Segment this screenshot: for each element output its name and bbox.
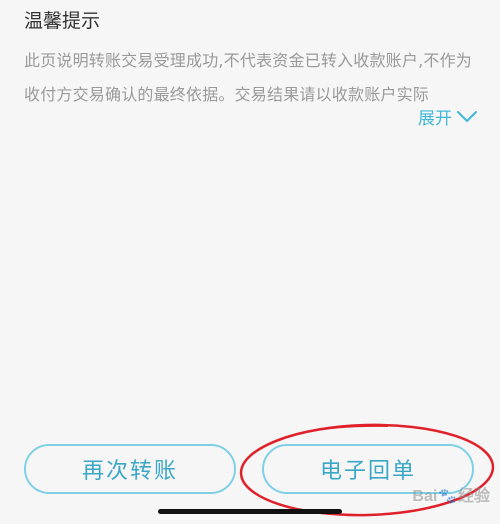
tips-title: 温馨提示 (24, 10, 101, 32)
baidu-watermark: Bai🐾经验 (412, 482, 490, 506)
paw-icon: 🐾 (438, 488, 457, 505)
expand-label: 展开 (418, 109, 452, 129)
transfer-again-label: 再次转账 (81, 459, 178, 484)
transfer-again-button[interactable]: 再次转账 (24, 444, 236, 494)
expand-toggle[interactable]: 展开 (418, 104, 478, 129)
watermark-text-right: 经验 (457, 488, 490, 505)
watermark-text-left: Bai (412, 488, 438, 505)
e-receipt-label: 电子回单 (319, 459, 416, 484)
warm-tips-section: 温馨提示 此页说明转账交易受理成功,不代表资金已转入收款账户,不作为收付方交易确… (24, 8, 484, 112)
chevron-down-icon (457, 110, 477, 122)
home-indicator[interactable] (158, 509, 342, 514)
tips-body: 此页说明转账交易受理成功,不代表资金已转入收款账户,不作为收付方交易确认的最终依… (24, 51, 472, 104)
